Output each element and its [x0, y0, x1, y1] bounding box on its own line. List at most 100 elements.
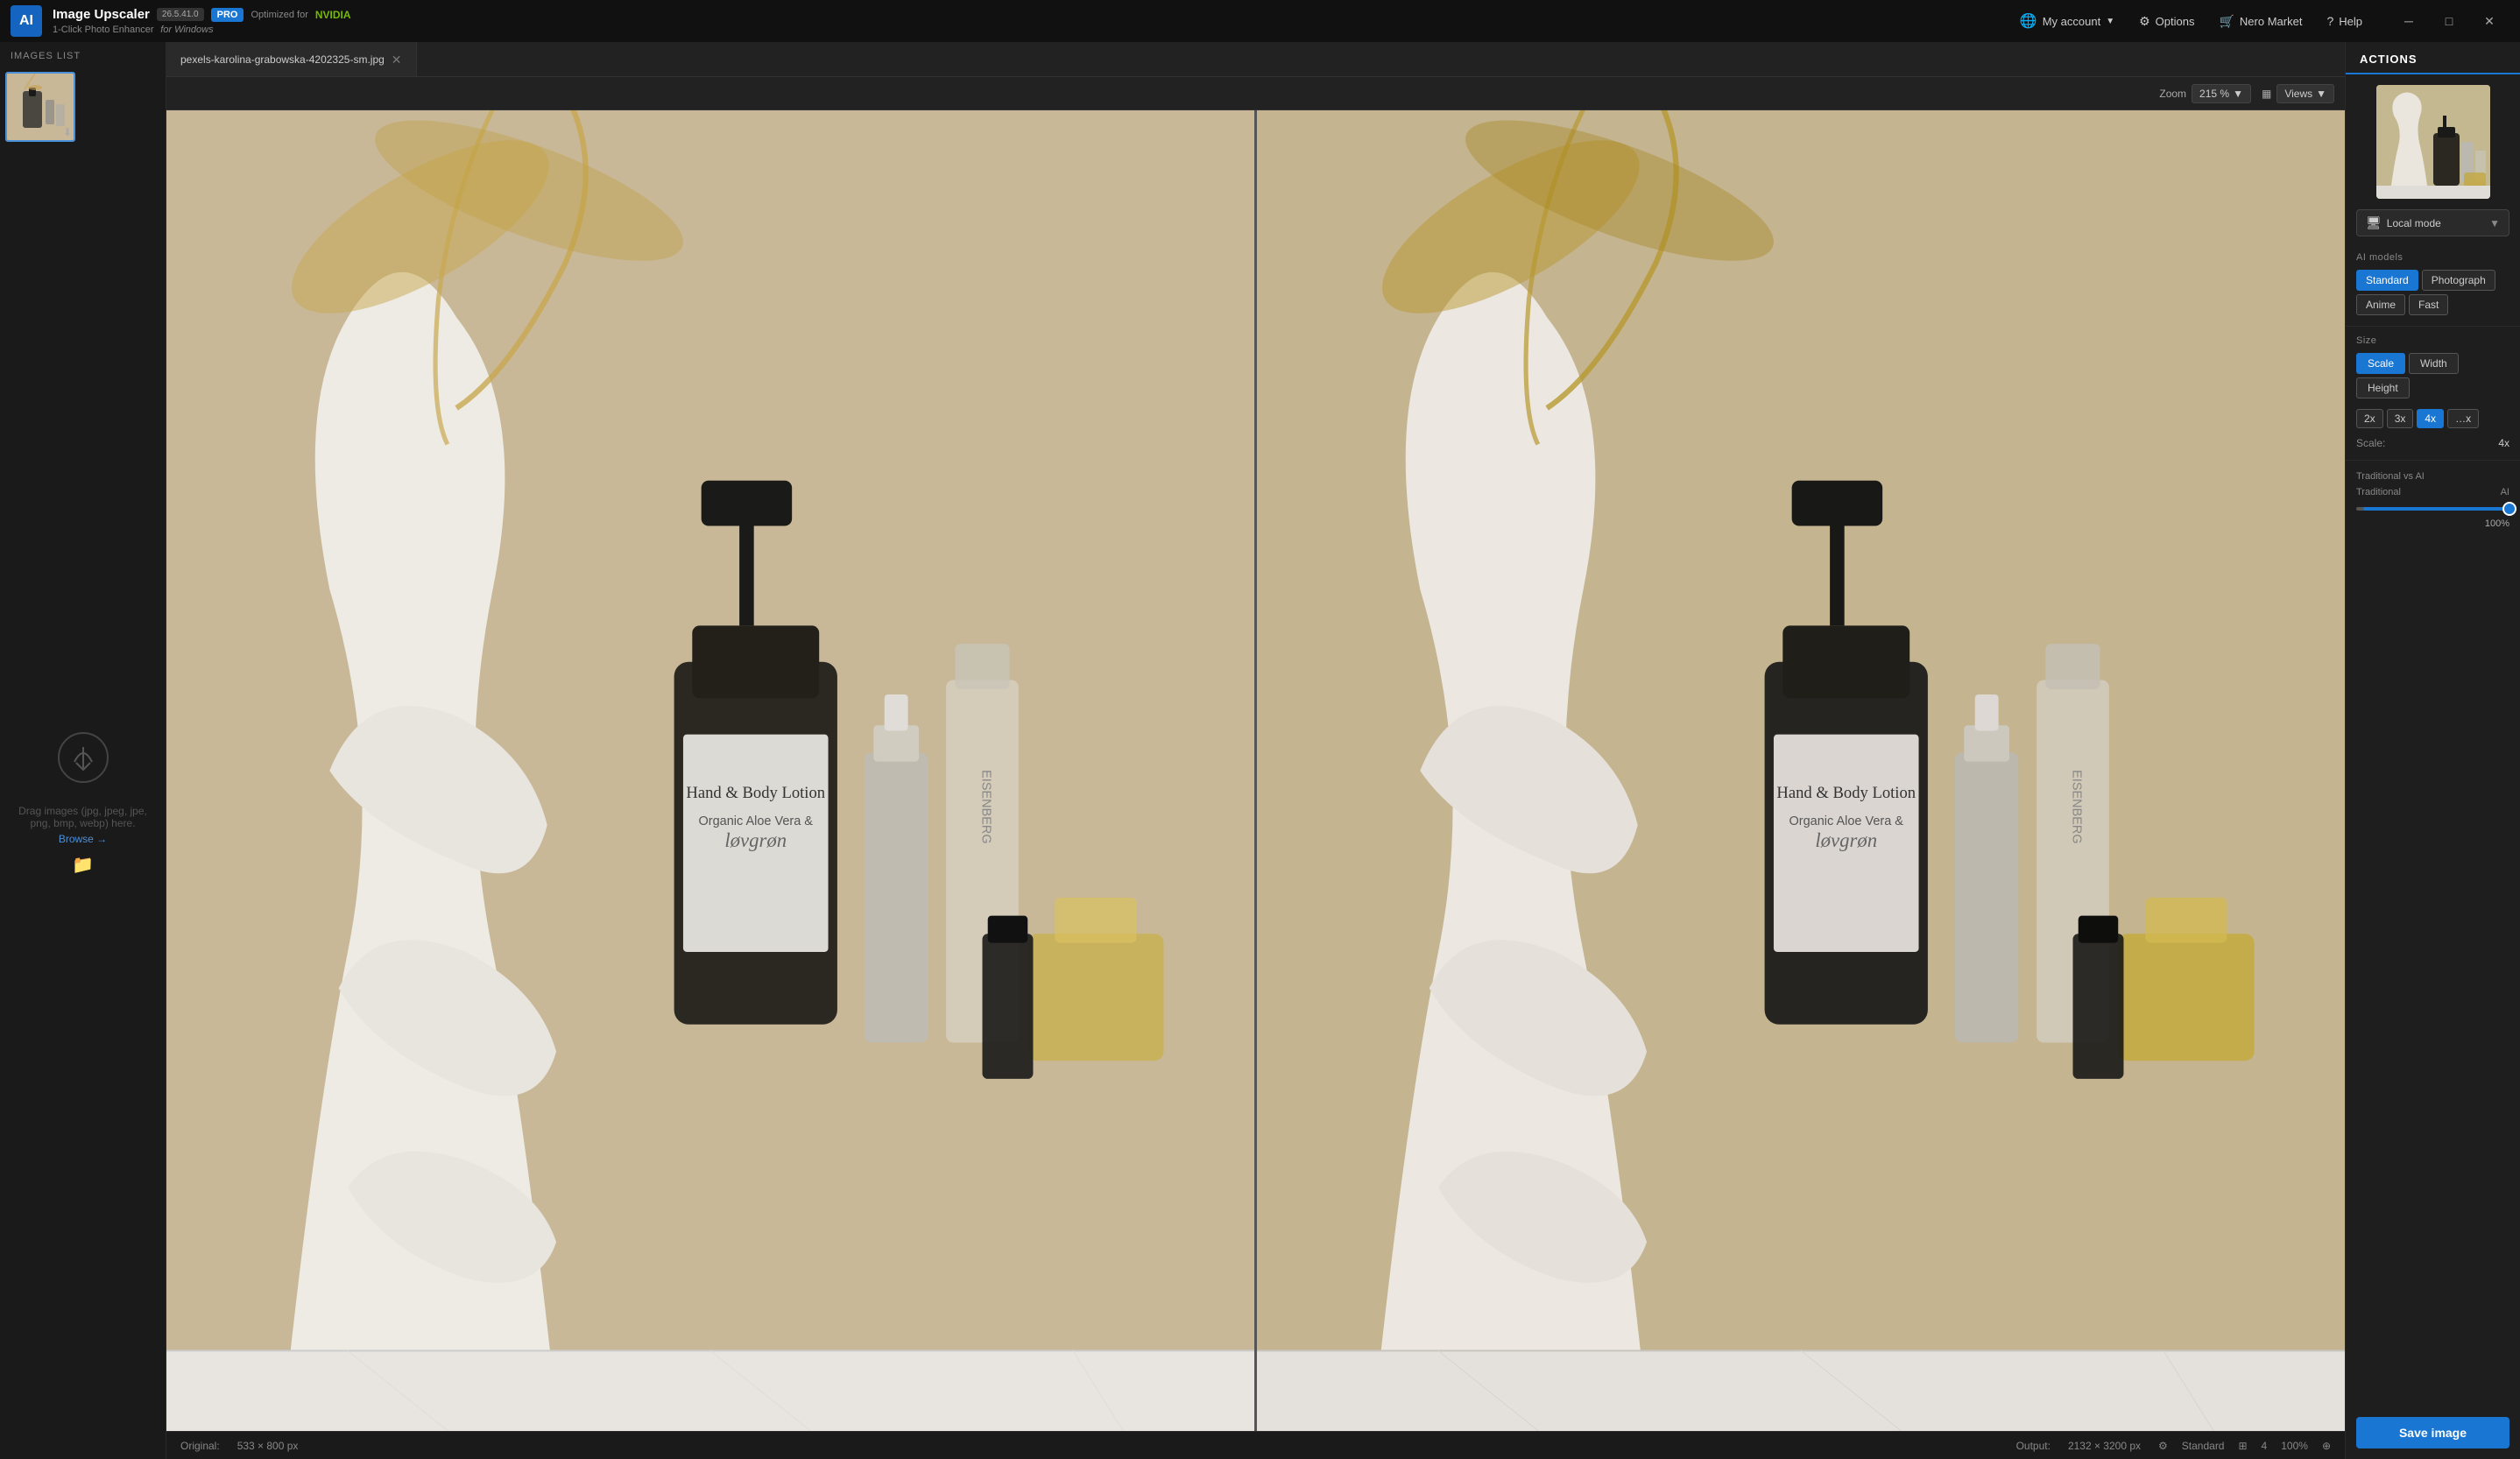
titlebar-right: 🌐 My account ▼ ⚙ Options 🛒 Nero Market ?…	[2011, 7, 2509, 35]
scale-multipliers-group: 2x 3x 4x …x	[2346, 405, 2520, 435]
slider-track	[2356, 507, 2509, 511]
svg-text:Organic Aloe Vera &: Organic Aloe Vera &	[699, 814, 814, 828]
preview-svg	[2376, 85, 2490, 199]
options-button[interactable]: ⚙ Options	[2130, 9, 2203, 34]
traditional-label: Traditional	[2356, 487, 2401, 497]
minimize-button[interactable]: ─	[2389, 7, 2429, 35]
titlebar: AI Image Upscaler 26.5.41.0 PRO Optimize…	[0, 0, 2520, 42]
tab-bar: pexels-karolina-grabowska-4202325-sm.jpg…	[166, 42, 2345, 77]
nvidia-logo: NVIDIA	[315, 9, 351, 21]
original-label: Original:	[180, 1440, 220, 1452]
original-image-panel: Hand & Body Lotion Organic Aloe Vera & l…	[166, 110, 1254, 1431]
original-product-svg: Hand & Body Lotion Organic Aloe Vera & l…	[166, 110, 1254, 1431]
mode-label: Standard	[2182, 1440, 2225, 1452]
zoom-control: Zoom 215 % ▼	[2159, 84, 2251, 103]
my-account-button[interactable]: 🌐 My account ▼	[2011, 7, 2123, 35]
model-standard-button[interactable]: Standard	[2356, 270, 2418, 291]
preview-thumbnail	[2376, 85, 2490, 199]
right-panel: ACTIONS 🖥 Local mode ▼	[2345, 42, 2520, 1459]
drag-drop-area[interactable]: Drag images (jpg, jpeg, jpe, png, bmp, w…	[0, 147, 166, 1459]
main-layout: IMAGES LIST ⬇	[0, 42, 2520, 1459]
zoom-label: Zoom	[2159, 88, 2186, 100]
monitor-icon: 🖥	[2366, 215, 2382, 230]
svg-text:Hand & Body Lotion: Hand & Body Lotion	[686, 784, 825, 802]
scale-custom-button[interactable]: …x	[2447, 409, 2479, 428]
image-thumbnail[interactable]: ⬇	[5, 72, 75, 142]
ai-label: AI	[2501, 487, 2509, 497]
canvas-area: Hand & Body Lotion Organic Aloe Vera & l…	[166, 110, 2345, 1431]
browse-link[interactable]: Browse →	[59, 833, 107, 845]
output-value: 2132 × 3200 px	[2068, 1440, 2141, 1452]
views-control: ▦ Views ▼	[2262, 84, 2334, 103]
svg-text:EISENBERG: EISENBERG	[2070, 770, 2084, 844]
zoom-status: 100%	[2281, 1440, 2308, 1452]
market-icon: 🛒	[2219, 14, 2234, 29]
nero-market-button[interactable]: 🛒 Nero Market	[2210, 9, 2311, 34]
scale-label: Scale:	[2356, 437, 2385, 449]
app-title-block: Image Upscaler 26.5.41.0 PRO Optimized f…	[53, 7, 351, 35]
close-button[interactable]: ✕	[2469, 7, 2509, 35]
output-product-svg: Hand & Body Lotion Organic Aloe Vera & l…	[1257, 110, 2345, 1431]
folder-icon[interactable]: 📁	[72, 854, 94, 876]
preview-thumbnail-inner	[2376, 85, 2490, 199]
svg-text:løvgrøn: løvgrøn	[724, 829, 787, 851]
gear-icon: ⚙	[2139, 14, 2150, 29]
maximize-button[interactable]: □	[2429, 7, 2469, 35]
tab-filename: pexels-karolina-grabowska-4202325-sm.jpg	[180, 53, 385, 66]
app-version: 26.5.41.0	[157, 8, 204, 21]
images-list-area: ⬇	[0, 67, 166, 147]
local-mode-chevron-icon: ▼	[2489, 217, 2500, 229]
chevron-down-icon: ▼	[2106, 17, 2114, 26]
trad-ai-labels: Traditional AI	[2356, 487, 2509, 497]
image-display: Hand & Body Lotion Organic Aloe Vera & l…	[166, 110, 2345, 1431]
svg-text:Organic Aloe Vera &: Organic Aloe Vera &	[1789, 814, 1904, 828]
status-bar: Original: 533 × 800 px Output: 2132 × 32…	[166, 1431, 2345, 1459]
local-mode-label: Local mode	[2387, 217, 2441, 229]
zoom-dropdown[interactable]: 215 % ▼	[2192, 84, 2251, 103]
upload-icon	[57, 731, 109, 794]
help-icon: ?	[2326, 14, 2333, 28]
divider-2	[2346, 460, 2520, 461]
svg-text:løvgrøn: løvgrøn	[1815, 829, 1877, 851]
center-panel: pexels-karolina-grabowska-4202325-sm.jpg…	[166, 42, 2345, 1459]
size-label: Size	[2346, 330, 2520, 349]
trad-ai-slider[interactable]	[2356, 501, 2509, 517]
quality-icon: ⊞	[2238, 1440, 2247, 1452]
zoom-chevron-icon: ▼	[2233, 88, 2243, 100]
ai-models-group: Standard Photograph Anime Fast	[2346, 266, 2520, 322]
size-height-button[interactable]: Height	[2356, 377, 2410, 398]
trad-ai-section: Traditional vs AI Traditional AI 100%	[2346, 464, 2520, 536]
scale-value-row: Scale: 4x	[2346, 435, 2520, 456]
views-dropdown[interactable]: Views ▼	[2276, 84, 2334, 103]
image-tab[interactable]: pexels-karolina-grabowska-4202325-sm.jpg…	[166, 42, 417, 76]
slider-thumb[interactable]	[2502, 502, 2516, 516]
scale-value: 4x	[2498, 437, 2509, 449]
size-options-group: Scale Width Height	[2346, 349, 2520, 405]
original-value: 533 × 800 px	[237, 1440, 299, 1452]
nvidia-text: Optimized for	[251, 10, 307, 20]
toolbar: Zoom 215 % ▼ ▦ Views ▼	[166, 77, 2345, 110]
size-scale-button[interactable]: Scale	[2356, 353, 2405, 374]
app-subtitle-for: for Windows	[160, 25, 213, 35]
status-right: ⚙ Standard ⊞ 4 100% ⊕	[2158, 1440, 2331, 1452]
svg-text:EISENBERG: EISENBERG	[979, 770, 993, 844]
sidebar: IMAGES LIST ⬇	[0, 42, 166, 1459]
scale-4x-button[interactable]: 4x	[2417, 409, 2444, 428]
model-photograph-button[interactable]: Photograph	[2422, 270, 2495, 291]
scale-3x-button[interactable]: 3x	[2387, 409, 2414, 428]
help-button[interactable]: ? Help	[2318, 9, 2371, 33]
save-image-button[interactable]: Save image	[2356, 1417, 2509, 1448]
svg-text:Hand & Body Lotion: Hand & Body Lotion	[1776, 784, 1916, 802]
tab-close-button[interactable]: ✕	[392, 53, 402, 66]
model-anime-button[interactable]: Anime	[2356, 294, 2405, 315]
app-title: Image Upscaler	[53, 7, 150, 22]
output-image-panel: Hand & Body Lotion Organic Aloe Vera & l…	[1256, 110, 2345, 1431]
model-fast-button[interactable]: Fast	[2409, 294, 2448, 315]
settings-icon: ⚙	[2158, 1440, 2168, 1452]
divider-1	[2346, 326, 2520, 327]
size-width-button[interactable]: Width	[2409, 353, 2459, 374]
local-mode-dropdown[interactable]: 🖥 Local mode ▼	[2356, 209, 2509, 236]
window-controls: ─ □ ✕	[2389, 7, 2509, 35]
scale-2x-button[interactable]: 2x	[2356, 409, 2383, 428]
slider-percent: 100%	[2356, 518, 2509, 529]
